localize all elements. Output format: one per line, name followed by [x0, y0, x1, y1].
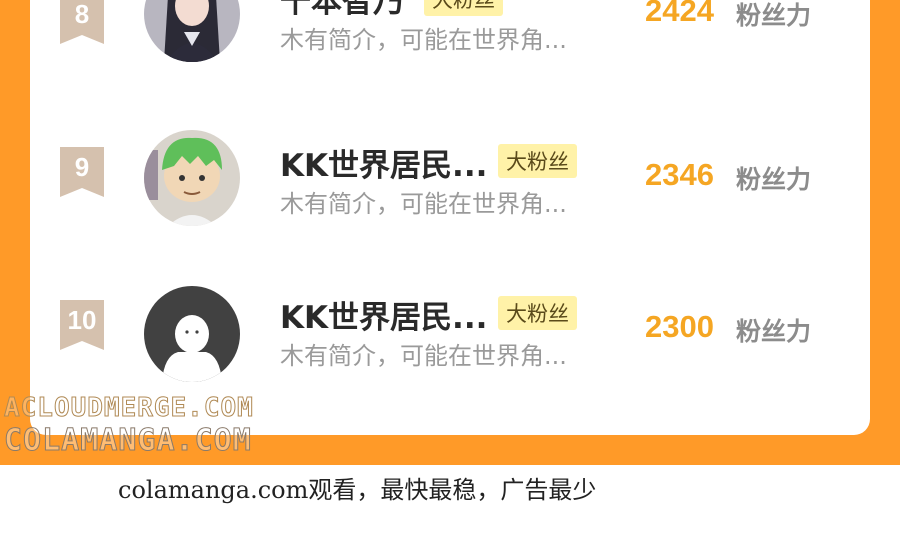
user-name[interactable]: KK世界居民... [280, 292, 487, 337]
user-name[interactable]: 千本智乃 [280, 0, 404, 21]
fan-level-badge: 大粉丝 [498, 296, 577, 330]
footer-notice: colamanga.com观看，最快最稳，广告最少 [118, 476, 597, 504]
ranking-row[interactable]: 8 千本智乃 大粉丝 木有简介，可能在世界角... 2424 粉丝力 [30, 0, 870, 90]
fan-score: 2300 [645, 309, 714, 344]
avatar[interactable] [144, 130, 240, 226]
fan-score-unit: 粉丝力 [736, 1, 812, 30]
fan-score-unit: 粉丝力 [736, 165, 812, 194]
fan-level-badge: 大粉丝 [424, 0, 503, 16]
fan-score-unit: 粉丝力 [736, 317, 812, 346]
user-intro: 木有简介，可能在世界角... [280, 190, 567, 218]
fan-score: 2424 [645, 0, 714, 28]
fan-level-badge: 大粉丝 [498, 144, 577, 178]
avatar[interactable] [144, 0, 240, 62]
user-intro: 木有简介，可能在世界角... [280, 342, 567, 370]
user-name[interactable]: KK世界居民... [280, 140, 487, 185]
ranking-row[interactable]: 9 KK世界居民... 大粉丝 木有简介，可能在世界角... 2346 粉丝力 [30, 120, 870, 240]
watermark-colamanga: COLAMANGA.COM [4, 423, 252, 459]
rank-badge: 9 [60, 147, 104, 197]
fan-score: 2346 [645, 157, 714, 192]
rank-badge: 8 [60, 0, 104, 44]
fan-ranking-card: 8 千本智乃 大粉丝 木有简介，可能在世界角... 2424 粉丝力 9 KK世… [30, 0, 870, 435]
ranking-row[interactable]: 10 KK世界居民... 大粉丝 木有简介，可能在世界角... 2300 粉丝力 [30, 272, 870, 392]
avatar[interactable] [144, 286, 240, 382]
user-intro: 木有简介，可能在世界角... [280, 26, 567, 54]
watermark-aclloudmerge: ACLOUDMERGE.COM [4, 393, 254, 424]
rank-badge: 10 [60, 300, 104, 350]
